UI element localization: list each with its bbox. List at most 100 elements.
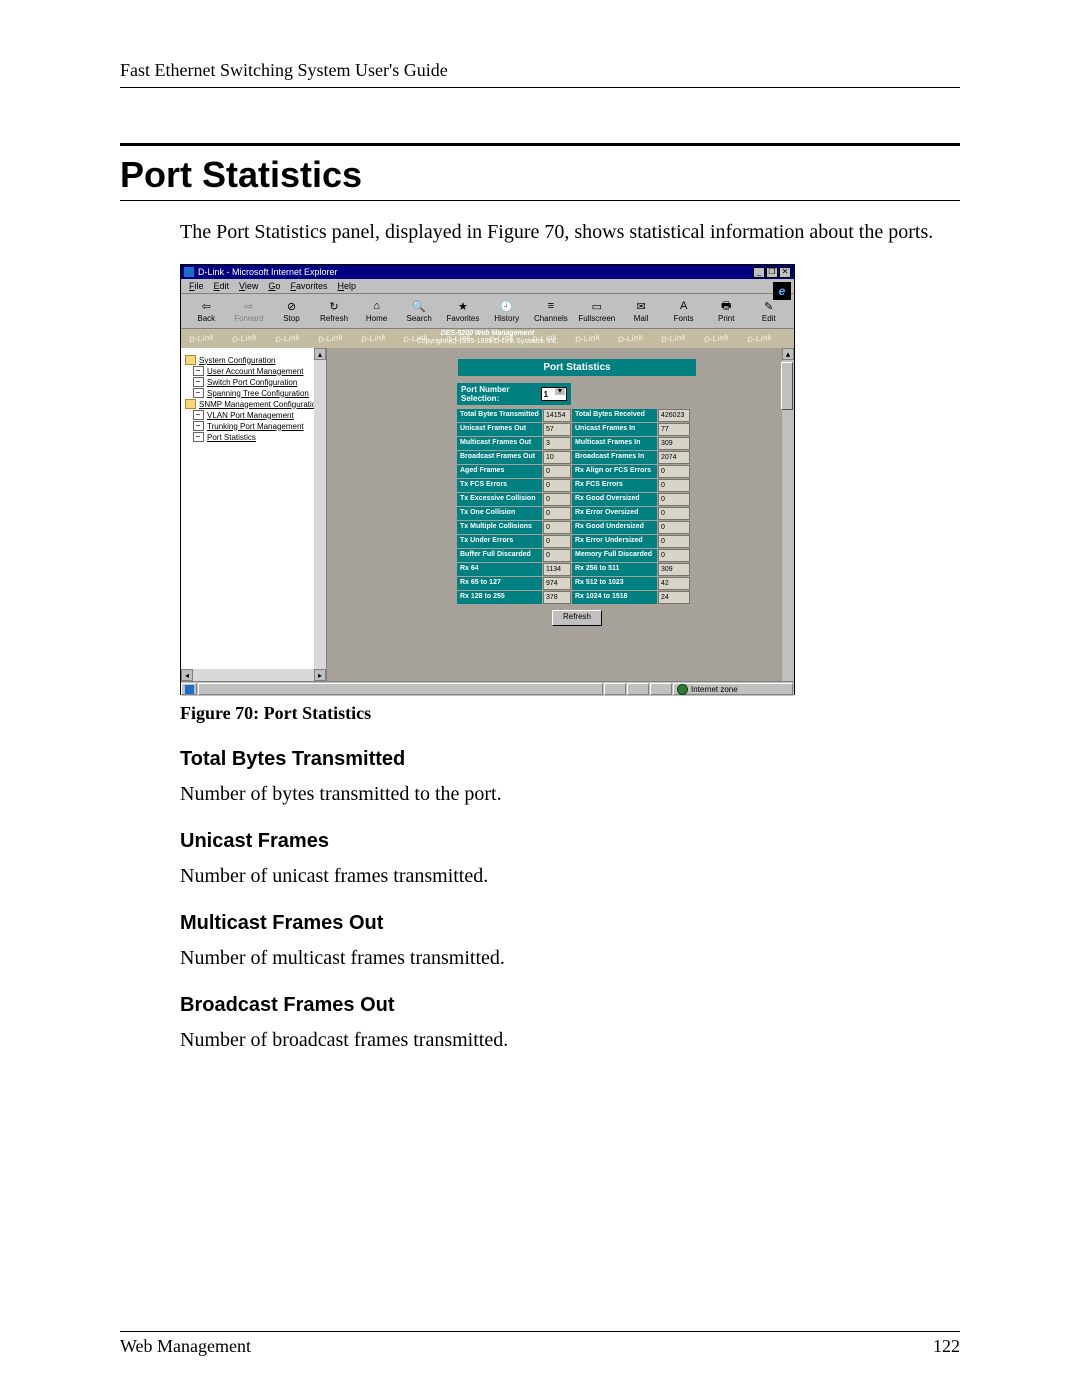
stat-label: Tx Multiple Collisions: [457, 521, 542, 534]
menu-view[interactable]: View: [239, 281, 258, 291]
hscroll-track[interactable]: [193, 669, 314, 681]
tree-link[interactable]: SNMP Management Configuration: [199, 400, 321, 409]
scroll-right-button[interactable]: ▸: [314, 669, 326, 681]
stat-label: Tx One Collision: [457, 507, 542, 520]
stat-label: Unicast Frames In: [572, 423, 657, 436]
tree-link[interactable]: System Configuration: [199, 356, 275, 365]
tool-label: Mail: [634, 314, 649, 323]
stat-value: 0: [543, 507, 571, 520]
tool-print[interactable]: 🖶Print: [711, 299, 742, 323]
stat-label: Multicast Frames Out: [457, 437, 542, 450]
stat-value: 0: [658, 507, 690, 520]
tool-back[interactable]: ⇦Back: [191, 299, 222, 323]
tool-label: Search: [407, 314, 432, 323]
tool-label: Home: [366, 314, 387, 323]
close-button[interactable]: ✕: [779, 267, 791, 278]
term-description: Number of broadcast frames transmitted.: [180, 1027, 960, 1054]
tool-home[interactable]: ⌂Home: [361, 299, 392, 323]
tree-link[interactable]: Port Statistics: [207, 433, 256, 442]
tree-link[interactable]: VLAN Port Management: [207, 411, 294, 420]
ie-throbber-icon: [773, 282, 791, 300]
brand-banner: D-LinkD-LinkD-LinkD-LinkD-LinkD-LinkD-Li…: [181, 329, 794, 348]
rule-thick: [120, 143, 960, 146]
vscroll-track[interactable]: [314, 360, 326, 669]
ie-small-icon: [185, 685, 194, 694]
tool-label: Edit: [762, 314, 776, 323]
tree-item[interactable]: Trunking Port Management: [193, 421, 322, 431]
menu-help[interactable]: Help: [337, 281, 356, 291]
stat-value: 974: [543, 577, 571, 590]
tree-item[interactable]: System Configuration: [185, 355, 322, 365]
tool-label: History: [494, 314, 519, 323]
statistics-grid: Total Bytes Transmitted14154Total Bytes …: [457, 409, 697, 604]
status-cell: [604, 683, 626, 695]
tree-item[interactable]: Switch Port Configuration: [193, 377, 322, 387]
tool-mail[interactable]: ✉Mail: [626, 299, 657, 323]
scroll-up-button[interactable]: ▴: [314, 348, 326, 360]
tree-item[interactable]: VLAN Port Management: [193, 410, 322, 420]
stat-value: 309: [658, 437, 690, 450]
figure-caption: Figure 70: Port Statistics: [180, 703, 960, 724]
stat-value: 0: [543, 535, 571, 548]
refresh-button[interactable]: Refresh: [552, 610, 602, 626]
stat-label: Memory Full Discarded: [572, 549, 657, 562]
brand-watermark: D-Link: [660, 333, 686, 345]
port-statistics-panel: Port Statistics Port Number Selection: 1…: [457, 358, 697, 626]
brand-watermark: D-Link: [189, 333, 215, 345]
tool-forward: ⇨Forward: [234, 299, 265, 323]
tool-fullscreen[interactable]: ▭Fullscreen: [580, 299, 614, 323]
tool-history[interactable]: 🕘History: [491, 299, 522, 323]
maximize-button[interactable]: ❐: [766, 267, 778, 278]
stat-label: Rx 512 to 1023: [572, 577, 657, 590]
tool-label: Print: [718, 314, 734, 323]
stat-label: Rx FCS Errors: [572, 479, 657, 492]
stat-value: 0: [658, 465, 690, 478]
page-icon: [193, 377, 204, 387]
brand-watermark: D-Link: [317, 333, 343, 345]
main-scroll-up[interactable]: ▴: [782, 348, 794, 360]
status-app-icon: [181, 683, 197, 695]
term-description: Number of multicast frames transmitted.: [180, 945, 960, 972]
menu-favorites[interactable]: Favorites: [290, 281, 327, 291]
stat-value: 0: [658, 549, 690, 562]
tool-channels[interactable]: ≡Channels: [534, 299, 568, 323]
stat-label: Rx Good Undersized: [572, 521, 657, 534]
tree-link[interactable]: Trunking Port Management: [207, 422, 304, 431]
tool-refresh[interactable]: ↻Refresh: [319, 299, 350, 323]
tree-item[interactable]: SNMP Management Configuration: [185, 399, 322, 409]
tool-favorites[interactable]: ★Favorites: [446, 299, 479, 323]
term-heading: Multicast Frames Out: [180, 912, 960, 935]
tree-link[interactable]: Switch Port Configuration: [207, 378, 297, 387]
main-scroll-thumb[interactable]: [781, 362, 793, 410]
menu-file[interactable]: File: [189, 281, 204, 291]
port-number-select[interactable]: 1: [541, 387, 567, 401]
brand-watermark: D-Link: [703, 333, 729, 345]
tool-search[interactable]: 🔍Search: [404, 299, 435, 323]
toolbar: ⇦Back ⇨Forward ⊘Stop ↻Refresh ⌂Home 🔍Search ★F…: [181, 294, 794, 329]
minimize-button[interactable]: _: [753, 267, 765, 278]
stat-label: Aged Frames: [457, 465, 542, 478]
page-icon: [193, 432, 204, 442]
menu-go[interactable]: Go: [268, 281, 280, 291]
menu-edit[interactable]: Edit: [214, 281, 230, 291]
status-cell: [627, 683, 649, 695]
scroll-left-button[interactable]: ◂: [181, 669, 193, 681]
stat-value: 24: [658, 591, 690, 604]
tool-fonts[interactable]: AFonts: [668, 299, 699, 323]
tool-stop[interactable]: ⊘Stop: [276, 299, 307, 323]
main-pane: ▴ Port Statistics Port Number Selection:…: [327, 348, 794, 681]
port-number-selector-row: Port Number Selection: 1: [457, 383, 571, 405]
tree-link[interactable]: User Account Management: [207, 367, 304, 376]
tree-item[interactable]: User Account Management: [193, 366, 322, 376]
tool-label: Stop: [283, 314, 299, 323]
stat-value: 14154: [543, 409, 571, 422]
tree-item[interactable]: Port Statistics: [193, 432, 322, 442]
mail-icon: ✉: [634, 299, 648, 313]
tool-edit[interactable]: ✎Edit: [754, 299, 785, 323]
tree-item[interactable]: Spanning Tree Configuration: [193, 388, 322, 398]
document-page: Fast Ethernet Switching System User's Gu…: [0, 0, 1080, 1397]
status-message: [198, 683, 603, 695]
tree-link[interactable]: Spanning Tree Configuration: [207, 389, 309, 398]
stat-value: 378: [543, 591, 571, 604]
stat-label: Rx Align or FCS Errors: [572, 465, 657, 478]
